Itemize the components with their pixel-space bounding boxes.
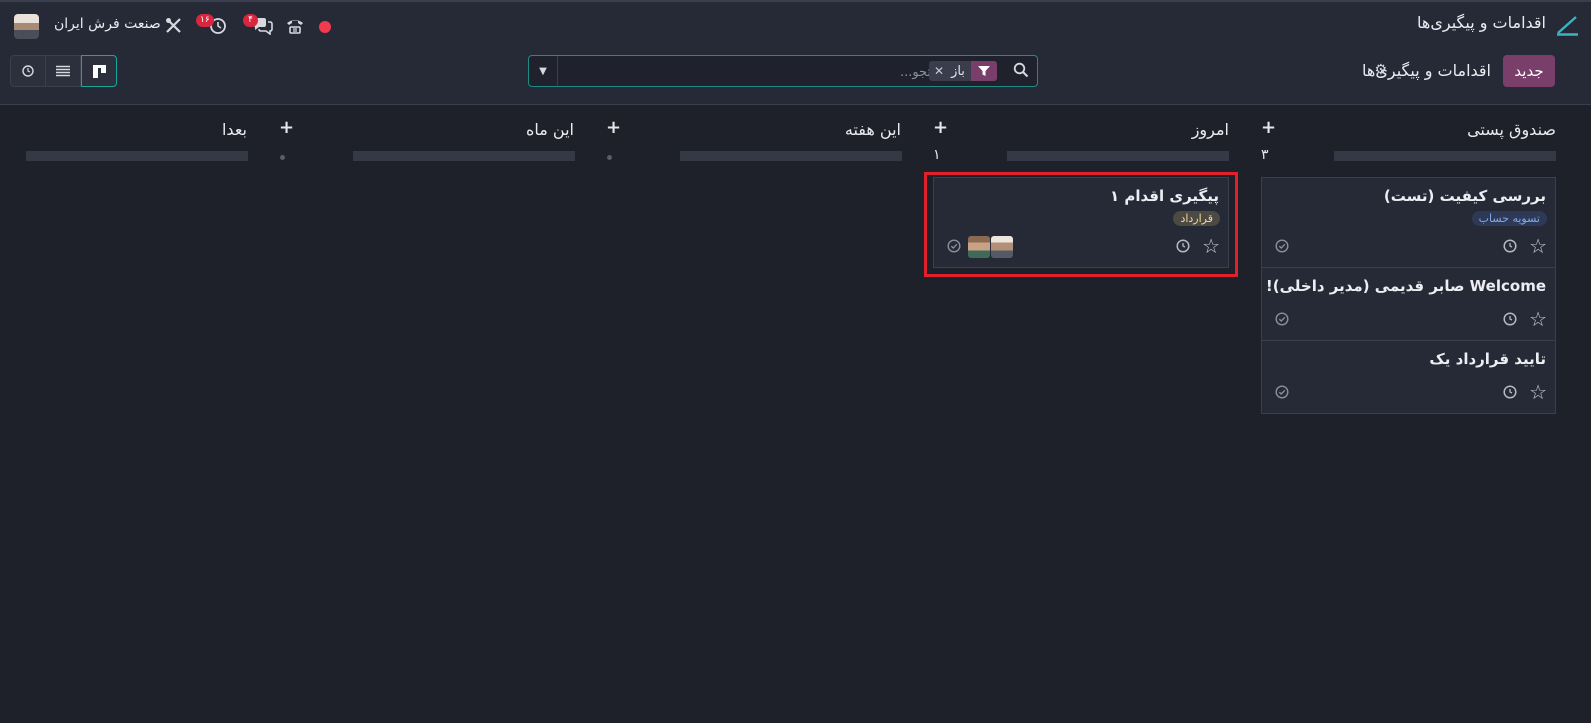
activity-view-button[interactable] xyxy=(10,55,46,87)
user-avatar[interactable] xyxy=(14,14,39,39)
app-title[interactable]: اقدامات و پیگیری‌ها xyxy=(1417,13,1546,32)
column-count-dot xyxy=(280,155,285,160)
card-title: بررسی کیفیت (تست) xyxy=(1383,187,1546,205)
star-icon[interactable]: ☆ xyxy=(1529,309,1547,329)
facet-remove-icon[interactable]: ✕ xyxy=(929,64,949,78)
activity-clock-icon[interactable] xyxy=(1503,239,1517,253)
card-title: تایید قرارداد یک xyxy=(1429,350,1546,368)
tools-icon[interactable] xyxy=(165,17,182,34)
assignee-avatar[interactable] xyxy=(968,236,990,258)
status-check-icon[interactable] xyxy=(947,239,961,253)
list-view-button[interactable] xyxy=(45,55,81,87)
top-navbar: اقدامات و پیگیری‌ها ۴ ۱۶ صنعت فرش ایران xyxy=(0,0,1591,47)
column-add-icon[interactable]: + xyxy=(279,117,294,138)
filter-icon xyxy=(970,61,997,81)
messages-badge: ۴ xyxy=(243,14,258,27)
column-progress-bar[interactable] xyxy=(680,151,902,161)
status-check-icon[interactable] xyxy=(1275,385,1289,399)
facet-value: باز xyxy=(951,63,965,79)
column-title-later[interactable]: بعدا xyxy=(222,120,247,139)
kanban-card[interactable]: تایید قرارداد یک ☆ xyxy=(1261,340,1556,414)
card-title: Welcome صابر قدیمی (مدیر داخلی)! xyxy=(1265,277,1546,295)
kanban-view-button[interactable] xyxy=(81,55,117,87)
phone-icon[interactable] xyxy=(285,16,305,36)
column-progress-bar[interactable] xyxy=(1007,151,1229,161)
recording-dot-icon[interactable] xyxy=(319,21,331,33)
list-icon xyxy=(56,65,70,77)
column-title-this-week[interactable]: این هفته xyxy=(845,120,901,139)
company-switcher[interactable]: صنعت فرش ایران xyxy=(54,16,161,32)
card-tag: تسویه حساب xyxy=(1471,211,1547,226)
clock-icon xyxy=(22,65,34,77)
column-title-today[interactable]: امروز xyxy=(1192,120,1229,139)
activity-clock-icon[interactable] xyxy=(1176,239,1190,253)
gear-icon[interactable]: ⚙ xyxy=(1374,62,1387,78)
search-bar: ▼ ✕ باز xyxy=(528,55,1038,87)
kanban-card[interactable]: Welcome صابر قدیمی (مدیر داخلی)! ☆ xyxy=(1261,267,1556,341)
caret-down-icon: ▼ xyxy=(539,65,547,77)
kanban-icon xyxy=(92,64,106,78)
search-facet: ✕ باز xyxy=(929,61,997,81)
column-add-icon[interactable]: + xyxy=(606,117,621,138)
status-check-icon[interactable] xyxy=(1275,312,1289,326)
activity-clock-icon[interactable] xyxy=(1503,312,1517,326)
search-options-toggle[interactable]: ▼ xyxy=(529,56,558,86)
column-progress-bar[interactable] xyxy=(1334,151,1556,161)
star-icon[interactable]: ☆ xyxy=(1529,382,1547,402)
kanban-card[interactable]: پیگیری اقدام ۱ قرارداد ☆ xyxy=(933,177,1229,268)
column-count: ۳ xyxy=(1261,147,1269,163)
new-button[interactable]: جدید xyxy=(1503,55,1555,87)
column-progress-bar[interactable] xyxy=(26,151,248,161)
column-count-dot xyxy=(607,155,612,160)
column-add-icon[interactable]: + xyxy=(933,117,948,138)
activity-badge: ۱۶ xyxy=(196,14,214,27)
search-icon[interactable] xyxy=(1013,62,1029,78)
column-count: ۱ xyxy=(933,147,941,163)
column-progress-bar[interactable] xyxy=(353,151,575,161)
status-check-icon[interactable] xyxy=(1275,239,1289,253)
assignee-avatar[interactable] xyxy=(991,236,1013,258)
star-icon[interactable]: ☆ xyxy=(1202,236,1220,256)
star-icon[interactable]: ☆ xyxy=(1529,236,1547,256)
column-add-icon[interactable]: + xyxy=(1261,117,1276,138)
card-tag: قرارداد xyxy=(1173,211,1220,226)
activity-clock-icon[interactable] xyxy=(1503,385,1517,399)
column-title-inbox[interactable]: صندوق پستی xyxy=(1467,120,1556,139)
card-title: پیگیری اقدام ۱ xyxy=(1109,187,1219,205)
app-logo-icon[interactable] xyxy=(1555,14,1579,36)
column-title-this-month[interactable]: این ماه xyxy=(526,120,574,139)
kanban-card[interactable]: بررسی کیفیت (تست) تسویه حساب ☆ xyxy=(1261,177,1556,268)
